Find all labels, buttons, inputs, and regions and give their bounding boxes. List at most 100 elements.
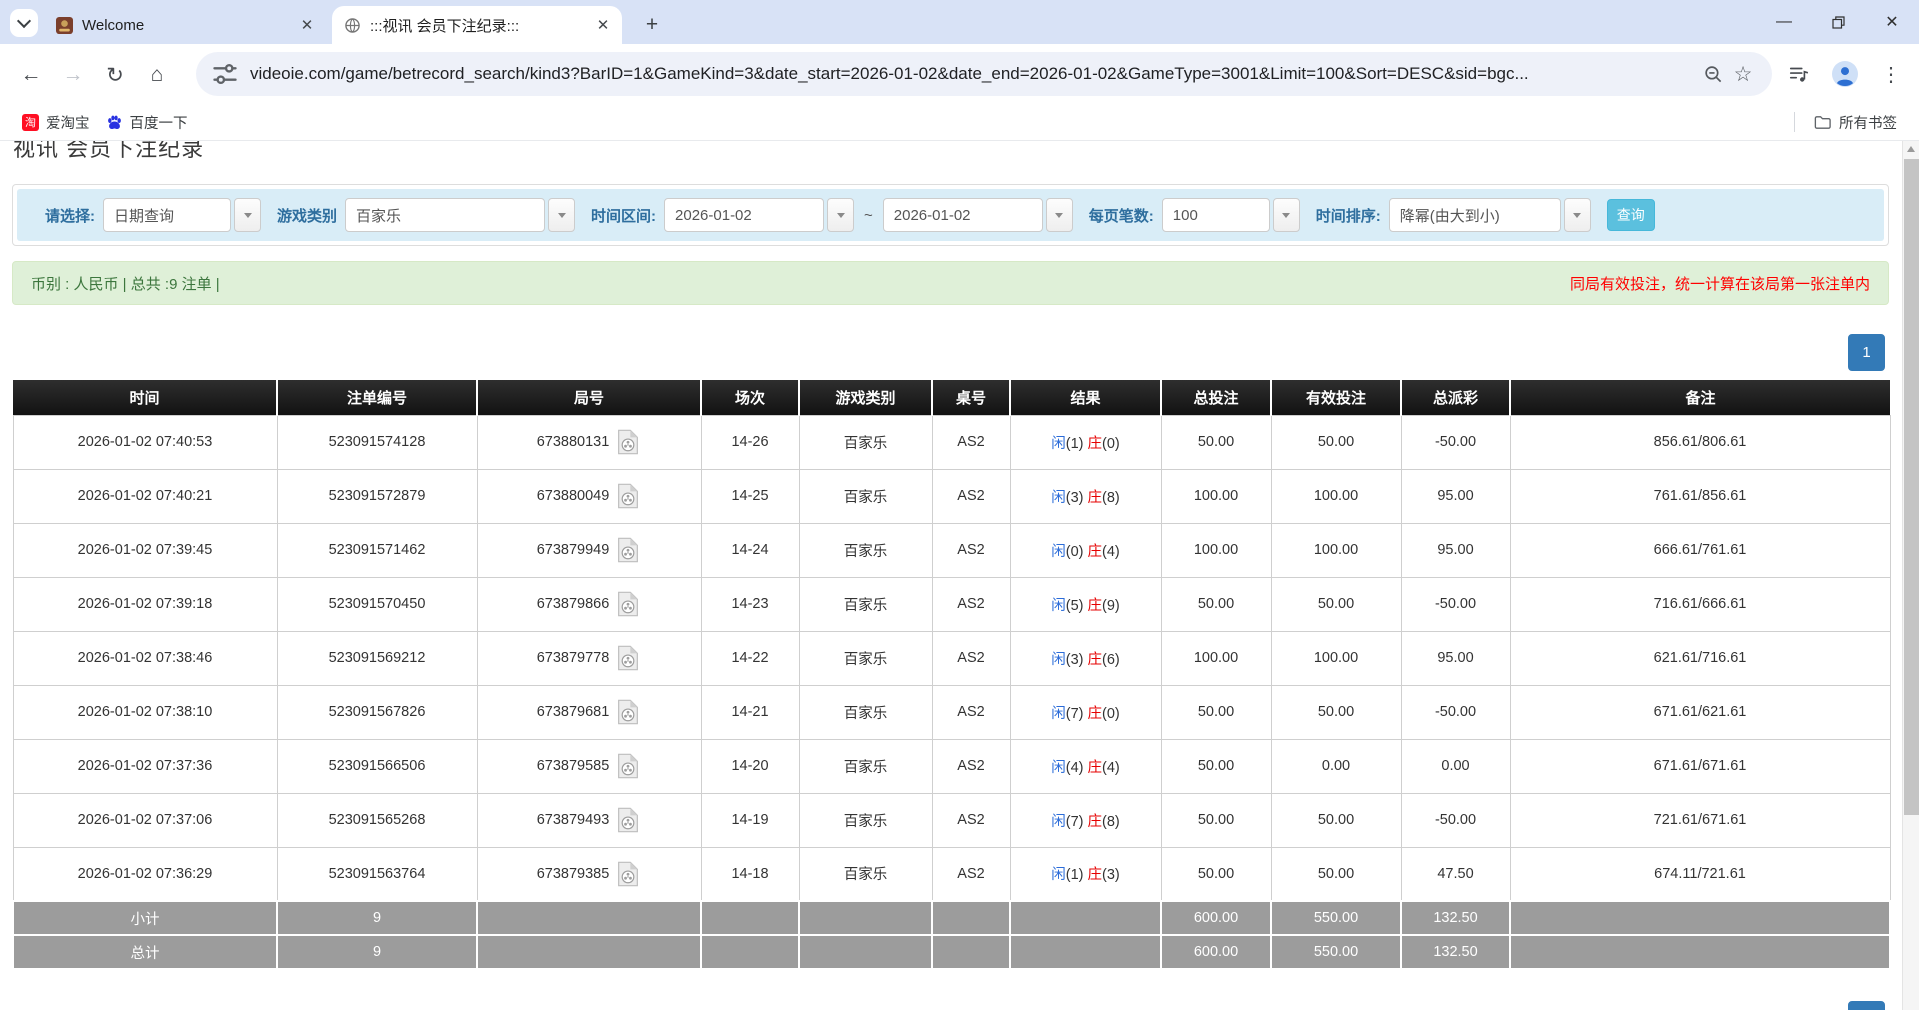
bookmark-item-baidu[interactable]: 百度一下 (98, 108, 196, 137)
cell-total-bet[interactable]: 50.00 (1161, 577, 1271, 631)
forward-button[interactable]: → (52, 58, 94, 92)
dropdown-arrow-icon[interactable] (1046, 198, 1073, 232)
scrollbar-thumb[interactable] (1904, 159, 1919, 815)
sort-label: 时间排序: (1316, 205, 1381, 226)
result-player: 闲 (1051, 436, 1066, 452)
cell-valid-bet: 50.00 (1271, 415, 1401, 469)
video-record-button[interactable] (615, 428, 641, 456)
video-record-button[interactable] (615, 482, 641, 510)
cell-valid-bet: 50.00 (1271, 847, 1401, 901)
cell-result: 闲(4) 庄(4) (1010, 739, 1161, 793)
cell-note: 856.61/806.61 (1510, 415, 1890, 469)
cell-game-kind: 百家乐 (799, 793, 932, 847)
cell-game-kind: 百家乐 (799, 577, 932, 631)
cell-table-id: AS2 (932, 631, 1010, 685)
video-record-button[interactable] (615, 752, 641, 780)
column-header: 场次 (701, 380, 799, 415)
bookmark-item-taobao[interactable]: 淘 爱淘宝 (14, 108, 98, 137)
cell-session: 14-18 (701, 847, 799, 901)
video-record-button[interactable] (615, 590, 641, 618)
minimize-button[interactable]: — (1757, 0, 1811, 44)
tab-close-icon[interactable]: ✕ (594, 16, 612, 34)
video-record-icon (615, 428, 641, 456)
cell-result: 闲(1) 庄(3) (1010, 847, 1161, 901)
cell-total-bet[interactable]: 50.00 (1161, 847, 1271, 901)
cell-total-bet[interactable]: 50.00 (1161, 415, 1271, 469)
dropdown-arrow-icon[interactable] (827, 198, 854, 232)
back-button[interactable]: ← (10, 58, 52, 92)
video-record-button[interactable] (615, 536, 641, 564)
video-record-button[interactable] (615, 860, 641, 888)
close-window-button[interactable]: ✕ (1865, 0, 1919, 44)
bookmarks-bar: 淘 爱淘宝 百度一下 所有书签 (0, 104, 1919, 141)
column-header: 注单编号 (277, 380, 477, 415)
date-end-picker[interactable]: 2026-01-02 (883, 198, 1073, 232)
round-cell: 673879949 (478, 536, 701, 564)
tab-betrecord[interactable]: :::视讯 会员下注纪录::: ✕ (332, 6, 622, 44)
dropdown-arrow-icon[interactable] (548, 198, 575, 232)
cell-bet-id: 523091567826 (277, 685, 477, 739)
tab-welcome[interactable]: Welcome ✕ (44, 6, 326, 44)
cell-round: 673880131 (477, 415, 701, 469)
pagination-page-1-bottom[interactable]: 1 (1848, 1001, 1885, 1010)
profile-avatar[interactable] (1829, 58, 1861, 90)
cell-time: 2026-01-02 07:38:46 (13, 631, 277, 685)
result-player-score: (1) (1066, 436, 1088, 452)
all-bookmarks-button[interactable]: 所有书签 (1805, 108, 1905, 137)
game-kind-select[interactable]: 百家乐 (345, 198, 575, 232)
cell-note: 621.61/716.61 (1510, 631, 1890, 685)
table-row: 2026-01-02 07:39:18523091570450673879866… (13, 577, 1890, 631)
video-record-button[interactable] (615, 698, 641, 726)
result-banker-score: (8) (1102, 814, 1120, 830)
media-controls-icon[interactable] (1783, 58, 1815, 90)
restore-button[interactable] (1811, 0, 1865, 44)
result-player-score: (0) (1066, 544, 1088, 560)
footer-empty (1010, 901, 1161, 935)
query-type-select[interactable]: 日期查询 (103, 198, 261, 232)
omnibox[interactable]: videoie.com/game/betrecord_search/kind3?… (196, 52, 1772, 96)
url-text[interactable]: videoie.com/game/betrecord_search/kind3?… (250, 64, 1698, 84)
cell-total-bet[interactable]: 50.00 (1161, 793, 1271, 847)
cell-total-bet[interactable]: 100.00 (1161, 523, 1271, 577)
result-banker: 庄 (1088, 490, 1103, 506)
date-start-picker[interactable]: 2026-01-02 (664, 198, 854, 232)
video-record-button[interactable] (615, 644, 641, 672)
bet-record-table: 时间注单编号局号场次游戏类别桌号结果总投注有效投注总派彩备注 2026-01-0… (12, 380, 1891, 970)
reload-button[interactable]: ↻ (94, 58, 136, 92)
scroll-up-icon[interactable] (1907, 146, 1915, 152)
table-row: 2026-01-02 07:38:46523091569212673879778… (13, 631, 1890, 685)
video-record-button[interactable] (615, 806, 641, 834)
footer-empty (932, 935, 1010, 969)
cell-total-bet[interactable]: 50.00 (1161, 685, 1271, 739)
new-tab-button[interactable]: + (638, 11, 666, 39)
column-header: 桌号 (932, 380, 1010, 415)
filter-bar: 请选择: 日期查询 游戏类别 百家乐 时间区间: 2026-01-02 ~ 20… (17, 189, 1884, 241)
cell-bet-id: 523091563764 (277, 847, 477, 901)
zoom-out-icon[interactable] (1698, 59, 1728, 89)
result-player-score: (1) (1066, 867, 1088, 883)
pagination-page-1[interactable]: 1 (1848, 334, 1885, 371)
cell-note: 716.61/666.61 (1510, 577, 1890, 631)
cell-total-bet[interactable]: 50.00 (1161, 739, 1271, 793)
dropdown-arrow-icon[interactable] (234, 198, 261, 232)
cell-total-bet[interactable]: 100.00 (1161, 469, 1271, 523)
cell-total-bet[interactable]: 100.00 (1161, 631, 1271, 685)
sort-select[interactable]: 降幂(由大到小) (1389, 198, 1591, 232)
result-banker-score: (4) (1102, 760, 1120, 776)
cell-table-id: AS2 (932, 739, 1010, 793)
dropdown-arrow-icon[interactable] (1564, 198, 1591, 232)
home-button[interactable]: ⌂ (136, 58, 178, 92)
round-id: 673879681 (537, 704, 610, 720)
tab-close-icon[interactable]: ✕ (298, 16, 316, 34)
per-page-select[interactable]: 100 (1162, 198, 1300, 232)
dropdown-arrow-icon[interactable] (1273, 198, 1300, 232)
page-scrollbar[interactable] (1902, 141, 1919, 1010)
bookmark-star-icon[interactable]: ☆ (1728, 59, 1758, 89)
cell-time: 2026-01-02 07:37:36 (13, 739, 277, 793)
site-settings-icon[interactable] (210, 59, 240, 89)
round-cell: 673879493 (478, 806, 701, 834)
query-button[interactable]: 查询 (1607, 199, 1655, 231)
footer-label: 总计 (13, 935, 277, 969)
menu-kebab-icon[interactable]: ⋮ (1875, 58, 1907, 90)
tab-search-button[interactable] (10, 9, 38, 37)
